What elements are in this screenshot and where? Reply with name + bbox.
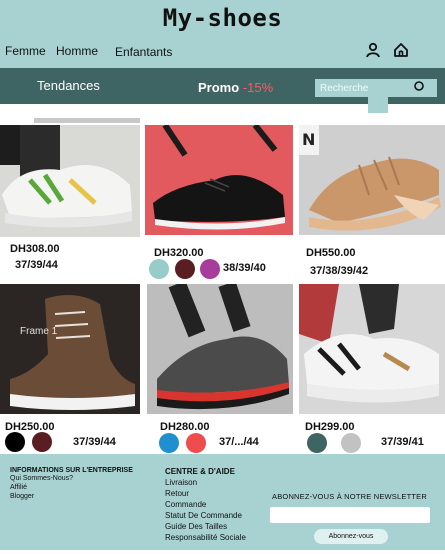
footer-link[interactable]: Responsabilité Sociale	[165, 532, 246, 543]
product-sizes: 37/.../44	[219, 436, 259, 448]
product-image[interactable]: N	[299, 125, 445, 235]
product-photo	[0, 125, 140, 237]
product-image[interactable]	[145, 125, 293, 235]
footer-link[interactable]: Livraison	[165, 477, 246, 488]
footer-link[interactable]: Guide Des Tailles	[165, 521, 246, 532]
product-photo	[145, 125, 293, 235]
nav-enfants[interactable]: Enfantants	[115, 45, 172, 59]
product-image[interactable]	[147, 284, 293, 414]
product-sizes: 37/39/41	[381, 436, 424, 448]
newsletter-email-input[interactable]	[270, 507, 430, 523]
product-sizes: 37/39/44	[15, 259, 58, 271]
promo-label: Promo	[198, 80, 240, 95]
product-image[interactable]	[0, 125, 140, 237]
color-swatch[interactable]	[32, 432, 52, 452]
product-photo	[0, 284, 140, 414]
product-sizes: 38/39/40	[223, 262, 266, 274]
product-sizes: 37/38/39/42	[310, 265, 369, 277]
footer-link[interactable]: Statut De Commande	[165, 510, 246, 521]
footer-company-section: INFORMATIONS SUR L'ENTREPRISE Qui Sommes…	[10, 467, 133, 501]
product-photo	[147, 284, 293, 414]
footer-help-title: CENTRE & D'AIDE	[165, 467, 235, 476]
footer-link[interactable]: Retour	[165, 488, 246, 499]
product-image[interactable]	[0, 284, 140, 414]
product-photo	[299, 284, 445, 414]
footer-company-title: INFORMATIONS SUR L'ENTREPRISE	[10, 467, 133, 474]
divider	[34, 118, 140, 123]
search-input[interactable]	[320, 80, 410, 96]
home-icon[interactable]	[393, 42, 409, 58]
trends-link[interactable]: Tendances	[37, 78, 100, 93]
color-swatch[interactable]	[186, 433, 206, 453]
nav-homme[interactable]: Homme	[56, 44, 98, 58]
svg-text:N: N	[302, 130, 315, 149]
product-price: DH280.00	[160, 421, 210, 433]
product-price: DH308.00	[10, 243, 60, 255]
search-box-tab	[368, 96, 388, 113]
promo-discount: -15%	[242, 80, 274, 95]
footer-link[interactable]: Blogger	[10, 492, 133, 501]
search-icon[interactable]	[413, 80, 425, 92]
product-price: DH320.00	[154, 247, 204, 259]
frame-label: Frame 1	[20, 326, 58, 337]
footer-link[interactable]: Commande	[165, 499, 246, 510]
product-image[interactable]	[299, 284, 445, 414]
product-price: DH299.00	[305, 421, 355, 433]
product-price: DH550.00	[306, 247, 356, 259]
product-sizes: 37/39/44	[73, 436, 116, 448]
color-swatch[interactable]	[341, 433, 361, 453]
color-swatch[interactable]	[5, 432, 25, 452]
color-swatch[interactable]	[159, 433, 179, 453]
footer-link[interactable]: Affilié	[10, 483, 133, 492]
footer-help-section: CENTRE & D'AIDE Livraison Retour Command…	[165, 467, 246, 543]
color-swatch[interactable]	[200, 259, 220, 279]
product-photo: N	[299, 125, 445, 235]
user-icon[interactable]	[365, 42, 381, 58]
newsletter-subscribe-button[interactable]: Abonnez-vous	[314, 529, 388, 544]
footer-link[interactable]: Qui Sommes-Nous?	[10, 474, 133, 483]
color-swatch[interactable]	[149, 259, 169, 279]
newsletter-title: ABONNEZ-VOUS À NOTRE NEWSLETTER	[272, 492, 427, 501]
nav-femme[interactable]: Femme	[5, 44, 46, 58]
color-swatch[interactable]	[175, 259, 195, 279]
promo-link[interactable]: Promo -15%	[198, 80, 273, 95]
color-swatch[interactable]	[307, 433, 327, 453]
site-logo[interactable]: My-shoes	[0, 4, 445, 32]
